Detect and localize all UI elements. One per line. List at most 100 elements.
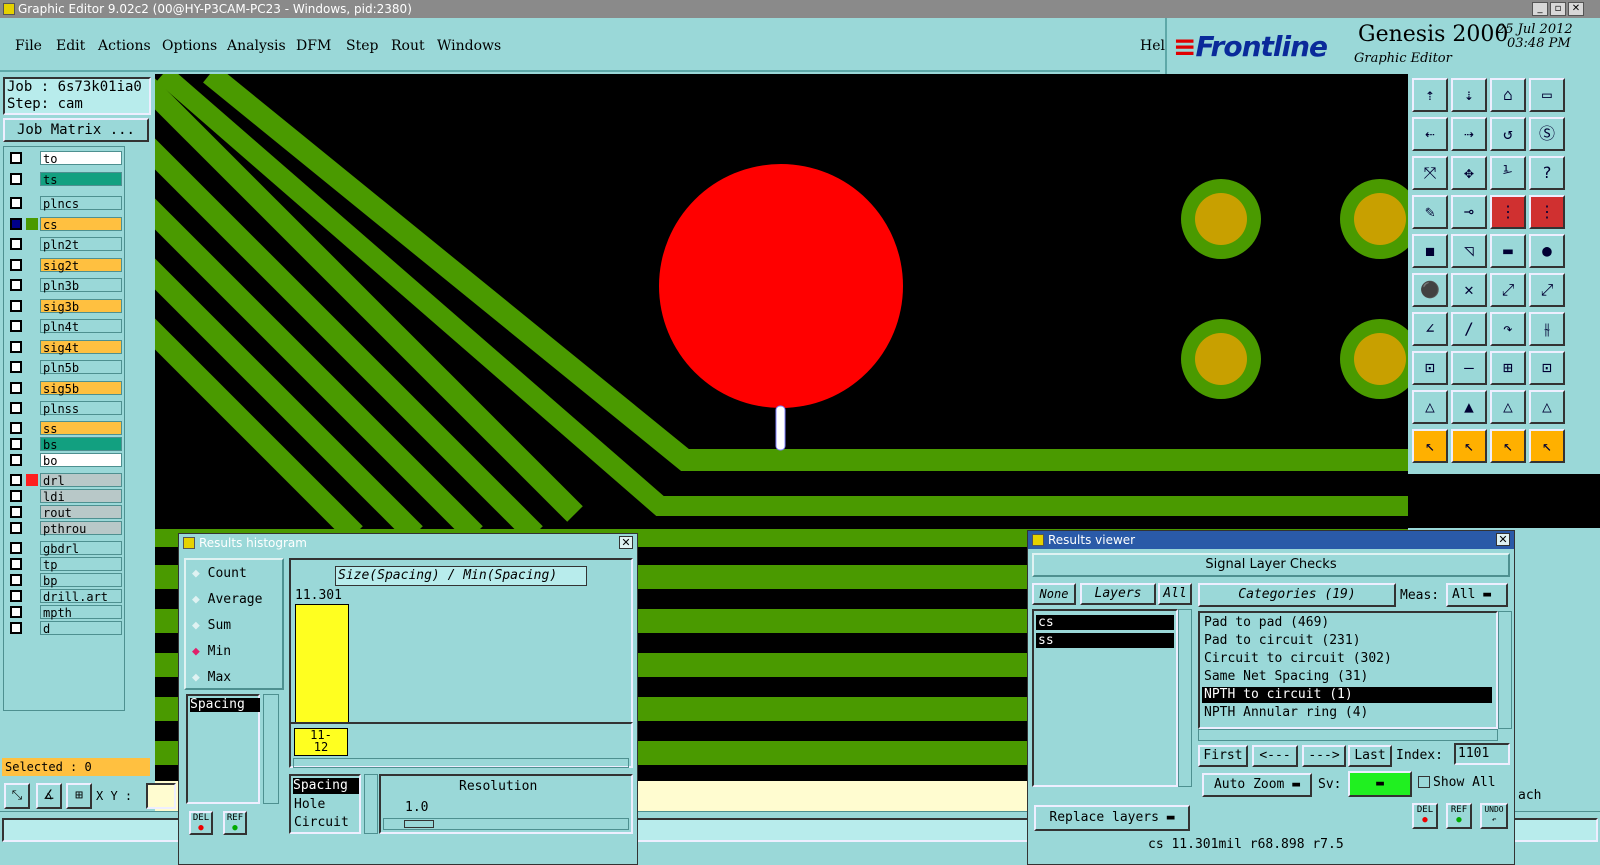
layer-checkbox[interactable]: [10, 574, 22, 586]
sv-select[interactable]: ▬: [1348, 771, 1412, 797]
layer-checkbox[interactable]: [10, 522, 22, 534]
result-category-item[interactable]: Circuit to circuit (302): [1202, 651, 1492, 667]
result-category-item[interactable]: NPTH to circuit (1): [1202, 687, 1492, 703]
layer-row-sig5b[interactable]: sig5b: [8, 380, 122, 396]
prev-button[interactable]: <---: [1252, 745, 1298, 767]
histogram-del-button[interactable]: DEL ●: [189, 811, 213, 835]
histogram-list-item[interactable]: Spacing: [190, 698, 260, 712]
mode-radio-min[interactable]: ◆ Min: [192, 644, 231, 659]
scale-icon[interactable]: ⅟: [1490, 156, 1526, 190]
menu-windows[interactable]: Windows: [437, 38, 501, 54]
pointer-icon[interactable]: ↖: [1529, 429, 1565, 463]
layer-row-cs[interactable]: cs: [8, 216, 122, 232]
layer-checkbox[interactable]: [10, 590, 22, 602]
viewer-layer-scrollbar[interactable]: [1178, 609, 1192, 787]
result-category-item[interactable]: Same Net Spacing (31): [1202, 669, 1492, 685]
layer-row-bs[interactable]: bs: [8, 437, 122, 452]
layer-checkbox[interactable]: [10, 299, 22, 312]
layer-row-sig2t[interactable]: sig2t: [8, 257, 122, 273]
layer-row-bo[interactable]: bo: [8, 453, 122, 468]
mode-radio-max[interactable]: ◆ Max: [192, 670, 231, 685]
layer-checkbox[interactable]: [10, 258, 22, 271]
shape-icon[interactable]: ◹: [1451, 234, 1487, 268]
result-category-item[interactable]: NPTH Annular ring (4): [1202, 705, 1492, 721]
layer-row-pln4t[interactable]: pln4t: [8, 319, 122, 334]
measure-icon[interactable]: ⊸: [1451, 195, 1487, 229]
layer-checkbox[interactable]: [10, 454, 22, 466]
histogram-ref-button[interactable]: REF ●: [223, 811, 247, 835]
triangle-icon[interactable]: △: [1490, 390, 1526, 424]
categories-button[interactable]: Categories (19): [1198, 583, 1396, 607]
triangle-icon[interactable]: △: [1529, 390, 1565, 424]
line-icon[interactable]: /: [1451, 312, 1487, 346]
category-scrollbar[interactable]: [364, 774, 378, 834]
measure-icon[interactable]: ∡: [36, 783, 62, 809]
layer-row-plnss[interactable]: plnss: [8, 401, 122, 416]
layers-button[interactable]: Layers: [1080, 583, 1156, 605]
layer-checkbox[interactable]: [10, 542, 22, 554]
layer-checkbox[interactable]: [10, 381, 22, 394]
move-icon[interactable]: ⤢: [1529, 273, 1565, 307]
minimize-button[interactable]: _: [1532, 2, 1548, 16]
frame-icon[interactable]: ▭: [1529, 78, 1565, 112]
first-button[interactable]: First: [1198, 745, 1248, 767]
layer-row-ldi[interactable]: ldi: [8, 489, 122, 504]
layer-checkbox[interactable]: [10, 490, 22, 502]
fit-icon[interactable]: ⤧: [1412, 156, 1448, 190]
net-icon[interactable]: ⋮: [1529, 195, 1565, 229]
auto-zoom-select[interactable]: Auto Zoom ▬: [1202, 773, 1312, 797]
arc-icon[interactable]: ↷: [1490, 312, 1526, 346]
net-icon[interactable]: ⋮: [1490, 195, 1526, 229]
result-category-item[interactable]: Pad to circuit (231): [1202, 633, 1492, 649]
layer-checkbox[interactable]: [10, 320, 22, 332]
layer-checkbox[interactable]: [10, 361, 22, 373]
layer-row-sig3b[interactable]: sig3b: [8, 298, 122, 314]
meas-select[interactable]: All ▬: [1446, 583, 1508, 607]
viewer-undo-button[interactable]: UNDO ↶: [1480, 803, 1508, 829]
layer-checkbox[interactable]: [10, 197, 22, 209]
rotate-icon[interactable]: ↺: [1490, 117, 1526, 151]
histogram-bar[interactable]: [295, 604, 349, 724]
draw-icon[interactable]: ✎: [1412, 195, 1448, 229]
maximize-button[interactable]: ▫: [1550, 2, 1566, 16]
layer-row-drill.art[interactable]: drill.art: [8, 589, 122, 604]
layer-checkbox[interactable]: [10, 438, 22, 450]
zoom-in-icon[interactable]: ⇡: [1412, 78, 1448, 112]
help-icon[interactable]: ?: [1529, 156, 1565, 190]
layer-checkbox[interactable]: [10, 217, 22, 230]
replace-layers-button[interactable]: Replace layers ▬: [1034, 805, 1190, 831]
zoom-out-icon[interactable]: ⇣: [1451, 78, 1487, 112]
menu-edit[interactable]: Edit: [56, 38, 85, 54]
layer-row-gbdrl[interactable]: gbdrl: [8, 541, 122, 556]
pointer-icon[interactable]: ↖: [1490, 429, 1526, 463]
home-icon[interactable]: ⌂: [1490, 78, 1526, 112]
menu-actions[interactable]: Actions: [98, 38, 151, 54]
close-icon[interactable]: ✕: [1496, 533, 1510, 546]
menu-step[interactable]: Step: [346, 38, 378, 54]
layer-checkbox[interactable]: [10, 558, 22, 570]
copy-icon[interactable]: ⊡: [1412, 351, 1448, 385]
fill-icon[interactable]: ◼: [1412, 234, 1448, 268]
viewer-ref-button[interactable]: REF ●: [1446, 803, 1472, 829]
viewer-layer-item[interactable]: ss: [1036, 633, 1174, 648]
line-icon[interactable]: —: [1451, 351, 1487, 385]
layers-all-button[interactable]: All: [1158, 583, 1192, 605]
mode-radio-count[interactable]: ◆ Count: [192, 566, 247, 581]
layer-checkbox[interactable]: [10, 152, 22, 164]
category-item[interactable]: Circuit: [294, 815, 349, 830]
ruler-icon[interactable]: ▬: [1490, 234, 1526, 268]
mode-radio-sum[interactable]: ◆ Sum: [192, 618, 231, 633]
layer-row-to[interactable]: to: [8, 151, 122, 166]
delete-icon[interactable]: ✕: [1451, 273, 1487, 307]
triangle-icon[interactable]: ▲: [1451, 390, 1487, 424]
layer-checkbox[interactable]: [10, 606, 22, 618]
pad-icon[interactable]: ●: [1529, 234, 1565, 268]
menu-analysis[interactable]: Analysis: [227, 38, 286, 54]
layer-row-drl[interactable]: drl: [8, 473, 122, 488]
layer-checkbox[interactable]: [10, 340, 22, 353]
layer-row-d[interactable]: d: [8, 621, 122, 636]
layer-row-mpth[interactable]: mpth: [8, 605, 122, 620]
circle-icon[interactable]: ⚫: [1412, 273, 1448, 307]
layer-checkbox[interactable]: [10, 506, 22, 518]
array-icon[interactable]: ⊞: [1490, 351, 1526, 385]
